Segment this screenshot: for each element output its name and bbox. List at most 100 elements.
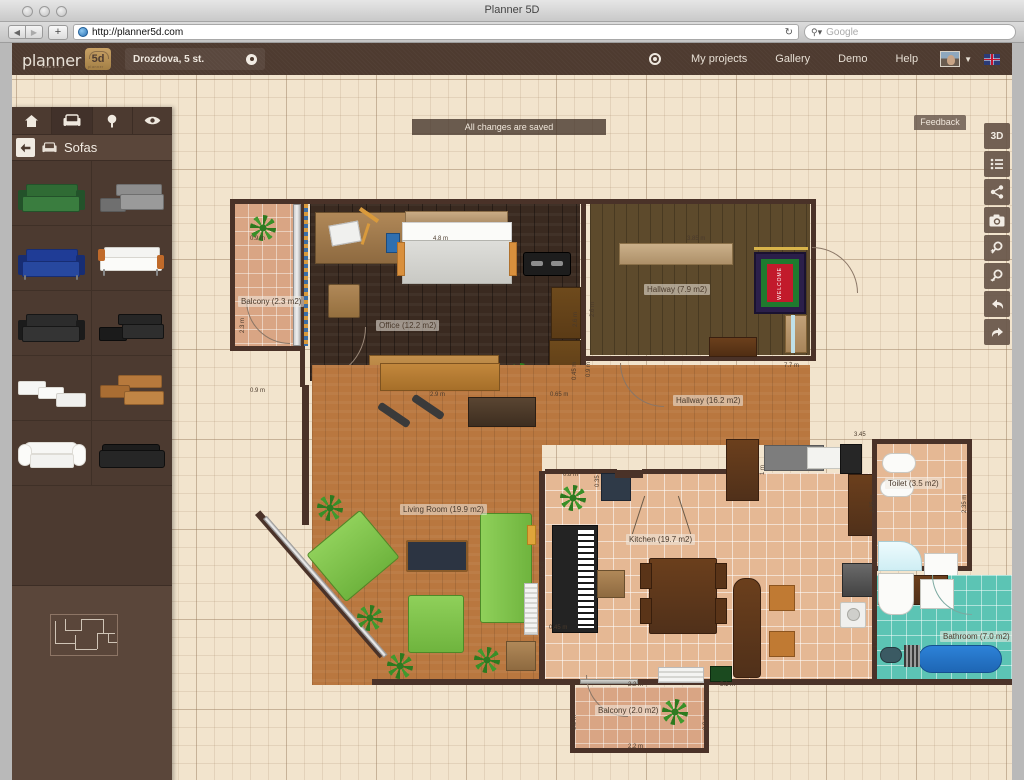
living-rug[interactable]: [380, 363, 500, 391]
living-tv-unit[interactable]: [406, 540, 468, 572]
redo-arrow-icon: [991, 327, 1003, 337]
plant-living-1[interactable]: [317, 495, 343, 521]
kitchen-table[interactable]: [649, 558, 717, 634]
kitchen-wall-cabinet[interactable]: [615, 470, 643, 478]
office-bed[interactable]: [402, 222, 512, 242]
dim-balcony-h: 2.3 m: [240, 317, 246, 333]
tab-furniture[interactable]: [52, 107, 93, 134]
new-tab-button[interactable]: +: [48, 24, 68, 40]
nav-my-projects[interactable]: My projects: [677, 43, 761, 75]
browser-search-input[interactable]: ⚲▾ Google: [804, 24, 1016, 40]
layers-list-button[interactable]: [984, 151, 1010, 177]
living-side-table[interactable]: [506, 641, 536, 671]
user-menu[interactable]: ▼: [932, 51, 978, 67]
kitchen-chair-r2[interactable]: [715, 598, 727, 624]
nav-demo[interactable]: Demo: [824, 43, 881, 75]
tab-plants[interactable]: [93, 107, 133, 134]
language-flag-icon[interactable]: [984, 53, 1000, 65]
kitchen-chair-b[interactable]: [769, 631, 795, 657]
wall-balcony-left: [230, 199, 235, 351]
floorplan-canvas[interactable]: WELCOME Balcony (2.3 m2) Office (12.2 m2…: [12, 75, 1012, 780]
bathroom-pool[interactable]: [918, 645, 1002, 673]
hallway-sideboard[interactable]: [709, 337, 757, 357]
bathroom-bathtub[interactable]: [878, 573, 914, 615]
zoom-out-button[interactable]: [984, 263, 1010, 289]
thumb-sofa-white-rolled[interactable]: [12, 421, 92, 486]
wall-bath-left: [872, 571, 877, 685]
thumb-sofa-black-corner[interactable]: [92, 291, 172, 356]
gear-icon[interactable]: [246, 53, 258, 65]
plant-living-2[interactable]: [357, 605, 383, 631]
thumb-sofa-white-futon[interactable]: [92, 226, 172, 291]
zoom-in-button[interactable]: [984, 235, 1010, 261]
search-icon: ⚲▾: [811, 26, 823, 37]
dim-balcony2-h: 0.9 m: [572, 714, 578, 730]
nav-help[interactable]: Help: [881, 43, 932, 75]
toilet-wc[interactable]: [882, 453, 916, 473]
kitchen-tall-cabinet[interactable]: [726, 439, 759, 501]
kitchen-chair-r1[interactable]: [715, 563, 727, 589]
bathroom-towel[interactable]: [904, 645, 920, 667]
hallway-shelf[interactable]: [619, 243, 733, 265]
screenshot-button[interactable]: [984, 207, 1010, 233]
tree-icon: [107, 114, 117, 127]
dim-office-inner: 2.9 m: [430, 392, 446, 398]
bathroom-mat[interactable]: [880, 647, 902, 663]
plant-living-3[interactable]: [387, 653, 413, 679]
feedback-tab[interactable]: Feedback: [914, 115, 966, 130]
living-radiator[interactable]: [524, 583, 538, 635]
share-button[interactable]: [984, 179, 1010, 205]
tab-visibility[interactable]: [133, 107, 172, 134]
kitchen-stool[interactable]: [597, 570, 625, 598]
kitchen-chair-a[interactable]: [769, 585, 795, 611]
kitchen-counter-island[interactable]: [733, 578, 761, 678]
back-button[interactable]: ◀: [8, 25, 26, 39]
kitchen-chair-l1[interactable]: [640, 563, 652, 589]
kitchen-oven[interactable]: [840, 444, 862, 474]
dim-hallway-bot: 7.7 m: [784, 363, 800, 369]
kitchen-stovetop[interactable]: [710, 666, 732, 682]
info-icon[interactable]: [649, 53, 662, 65]
nav-gallery[interactable]: Gallery: [761, 43, 824, 75]
project-selector[interactable]: Drozdova, 5 st.: [125, 48, 266, 70]
office-bed-mattress[interactable]: [402, 240, 512, 284]
office-chair[interactable]: [328, 284, 360, 318]
tab-home[interactable]: [12, 107, 53, 134]
minimap-segment: [55, 643, 75, 644]
thumb-sofa-blue-3seat[interactable]: [12, 226, 92, 291]
avatar: [940, 51, 961, 67]
label-balcony-top: Balcony (2.3 m2): [238, 296, 305, 307]
thumb-sofa-black-leather[interactable]: [92, 421, 172, 486]
thumb-sofa-green-2seat[interactable]: [12, 161, 92, 226]
plant-balcony-bottom[interactable]: [662, 699, 688, 725]
redo-button[interactable]: [984, 319, 1010, 345]
sofa-icon: [63, 114, 81, 126]
dim-hallway-door: 0.9 m: [586, 361, 592, 377]
plant-living-4[interactable]: [474, 647, 500, 673]
thumb-sofa-brown-sectional[interactable]: [92, 356, 172, 421]
view-3d-button[interactable]: 3D: [984, 123, 1010, 149]
kitchen-chair-l2[interactable]: [640, 598, 652, 624]
living-bench[interactable]: [468, 397, 536, 427]
hallway-mirror[interactable]: [785, 315, 807, 353]
living-armchair[interactable]: [408, 595, 464, 653]
back-button[interactable]: [16, 138, 35, 157]
thumb-sofa-grey-corner[interactable]: [92, 161, 172, 226]
reload-icon[interactable]: ↻: [785, 27, 793, 38]
thumb-sofa-black-3seat[interactable]: [12, 291, 92, 356]
thumb-sofa-white-sectional[interactable]: [12, 356, 92, 421]
dim-bath-h: 1.8 m: [873, 632, 879, 648]
browser-toolbar: ◀ ▶ + http://planner5d.com ↻ ⚲▾ Google: [0, 22, 1024, 43]
office-tv-speaker-l: [531, 261, 543, 266]
undo-button[interactable]: [984, 291, 1010, 317]
forward-button[interactable]: ▶: [25, 25, 43, 39]
kitchen-radiator-bottom[interactable]: [658, 667, 704, 683]
plant-kitchen[interactable]: [560, 485, 586, 511]
wall-office-top: [300, 199, 586, 204]
kitchen-fridge[interactable]: [842, 563, 874, 597]
floorplan-minimap[interactable]: [12, 585, 172, 697]
label-hallway-small: Hallway (7.9 m2): [644, 284, 711, 295]
app-logo[interactable]: planner beta 0.7.2 5d planner: [22, 48, 112, 70]
address-bar[interactable]: http://planner5d.com ↻: [73, 24, 799, 40]
welcome-rug[interactable]: WELCOME: [754, 252, 806, 314]
